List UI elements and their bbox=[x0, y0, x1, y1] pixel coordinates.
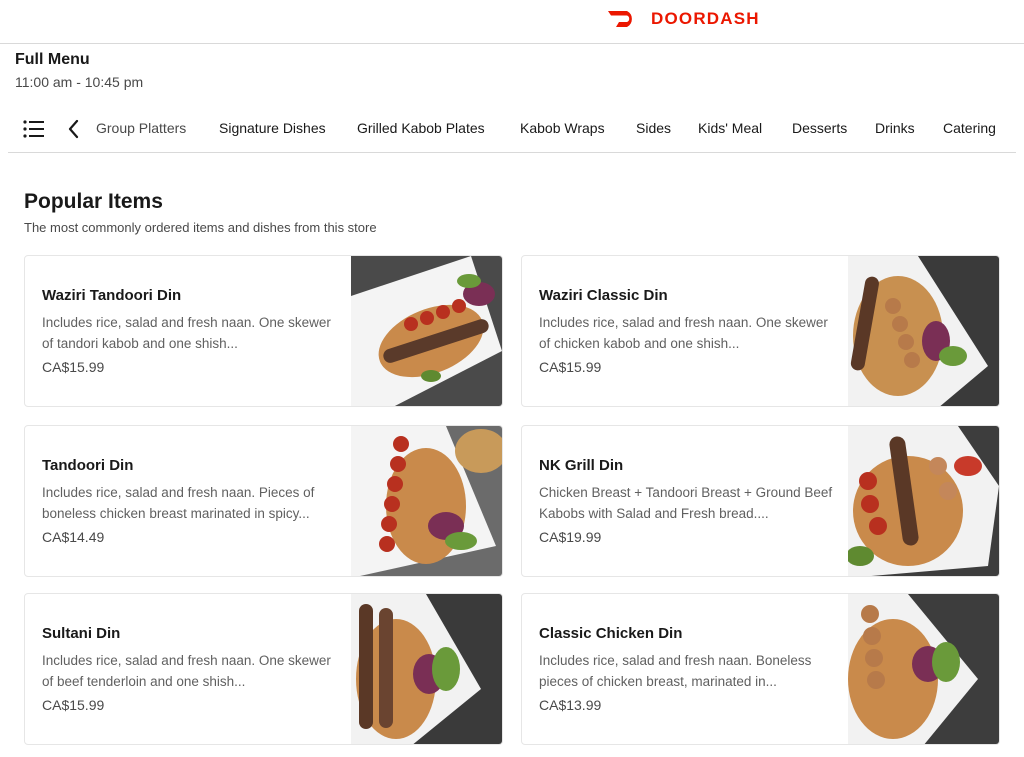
doordash-logo-icon bbox=[608, 11, 632, 27]
menu-item-card[interactable]: NK Grill Din Chicken Breast + Tandoori B… bbox=[521, 425, 1000, 577]
item-price: CA$15.99 bbox=[42, 697, 105, 713]
item-photo bbox=[848, 426, 999, 576]
section-title: Popular Items bbox=[24, 190, 163, 213]
menu-item-card[interactable]: Classic Chicken Din Includes rice, salad… bbox=[521, 593, 1000, 745]
item-description: Includes rice, salad and fresh naan. Pie… bbox=[42, 485, 315, 521]
item-description: Includes rice, salad and fresh naan. One… bbox=[42, 315, 331, 351]
tab-drinks[interactable]: Drinks bbox=[875, 120, 915, 136]
brand-name: DOORDASH bbox=[651, 9, 760, 28]
doordash-logo[interactable]: DOORDASH bbox=[607, 7, 760, 31]
item-description: Includes rice, salad and fresh naan. One… bbox=[42, 653, 331, 689]
list-icon[interactable] bbox=[22, 118, 46, 140]
tab-sides[interactable]: Sides bbox=[636, 120, 671, 136]
item-price: CA$15.99 bbox=[539, 359, 602, 375]
menu-item-card[interactable]: Waziri Classic Din Includes rice, salad … bbox=[521, 255, 1000, 407]
tab-kids-meal[interactable]: Kids' Meal bbox=[698, 120, 762, 136]
item-price: CA$19.99 bbox=[539, 529, 602, 545]
item-photo bbox=[351, 426, 502, 576]
item-photo bbox=[848, 594, 999, 744]
item-name: NK Grill Din bbox=[539, 457, 624, 474]
tab-grilled-kabob-plates[interactable]: Grilled Kabob Plates bbox=[357, 120, 485, 136]
item-name: Classic Chicken Din bbox=[539, 625, 683, 642]
tab-group-platters[interactable]: Group Platters bbox=[96, 120, 186, 136]
section-subtitle: The most commonly ordered items and dish… bbox=[24, 220, 377, 235]
category-nav: Group Platters Signature Dishes Grilled … bbox=[8, 104, 1016, 153]
menu-item-card[interactable]: Waziri Tandoori Din Includes rice, salad… bbox=[24, 255, 503, 407]
item-name: Tandoori Din bbox=[42, 457, 134, 474]
chevron-left-icon[interactable] bbox=[66, 117, 82, 141]
item-price: CA$15.99 bbox=[42, 359, 105, 375]
tab-kabob-wraps[interactable]: Kabob Wraps bbox=[520, 120, 605, 136]
item-name: Sultani Din bbox=[42, 625, 121, 642]
item-price: CA$13.99 bbox=[539, 697, 602, 713]
item-description: Includes rice, salad and fresh naan. One… bbox=[539, 315, 828, 351]
tab-catering[interactable]: Catering bbox=[943, 120, 996, 136]
item-photo bbox=[351, 594, 502, 744]
item-name: Waziri Classic Din bbox=[539, 287, 668, 304]
item-photo bbox=[848, 256, 999, 406]
item-name: Waziri Tandoori Din bbox=[42, 287, 182, 304]
menu-hours: 11:00 am - 10:45 pm bbox=[15, 74, 144, 90]
item-description: Includes rice, salad and fresh naan. Bon… bbox=[539, 653, 812, 689]
item-description: Chicken Breast + Tandoori Breast + Groun… bbox=[539, 485, 833, 521]
menu-item-card[interactable]: Sultani Din Includes rice, salad and fre… bbox=[24, 593, 503, 745]
top-bar: DOORDASH bbox=[0, 0, 1024, 44]
tab-desserts[interactable]: Desserts bbox=[792, 120, 847, 136]
tab-signature-dishes[interactable]: Signature Dishes bbox=[219, 120, 326, 136]
menu-title: Full Menu bbox=[15, 51, 90, 68]
item-price: CA$14.49 bbox=[42, 529, 105, 545]
item-photo bbox=[351, 256, 502, 406]
menu-item-card[interactable]: Tandoori Din Includes rice, salad and fr… bbox=[24, 425, 503, 577]
